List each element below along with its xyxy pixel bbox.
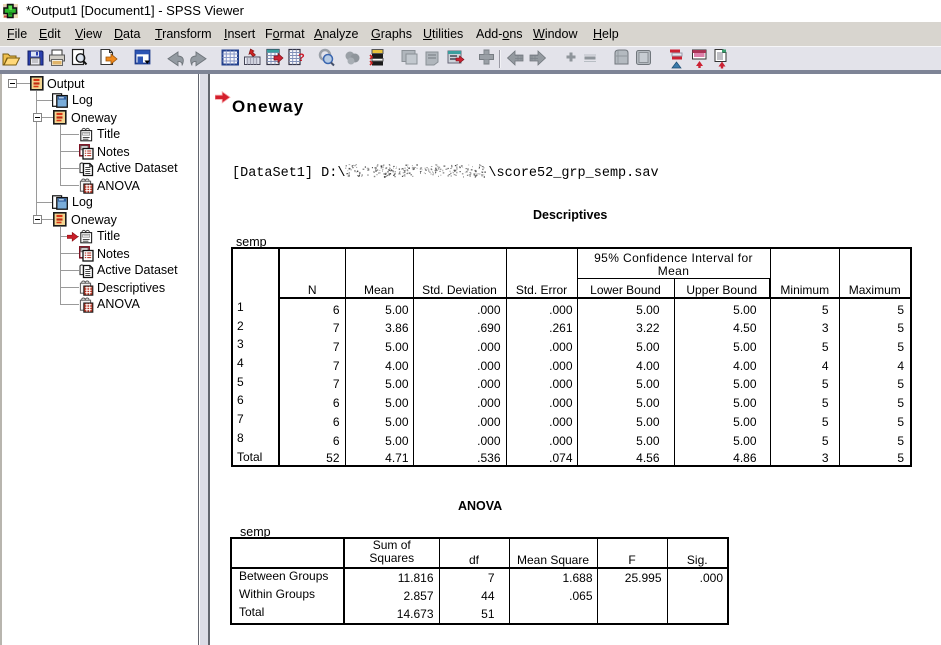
svg-text:?: ? (298, 52, 305, 64)
